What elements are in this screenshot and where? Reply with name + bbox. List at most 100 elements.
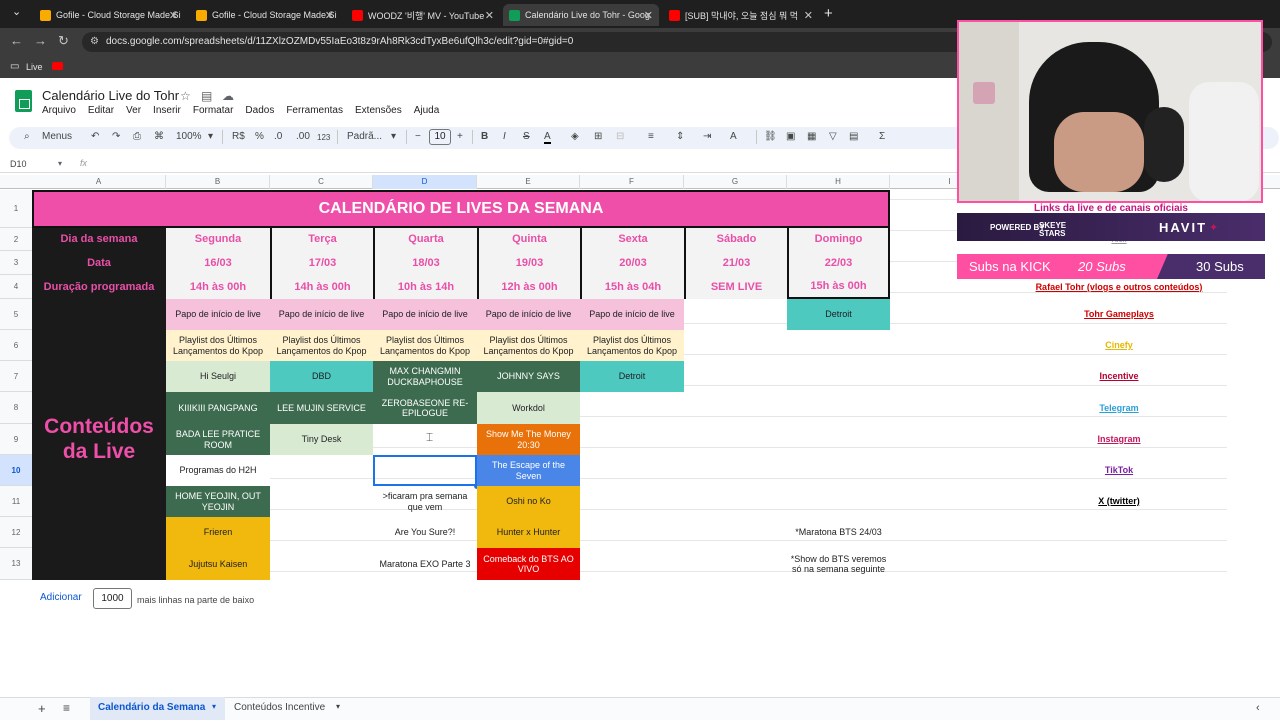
cell-segunda[interactable]: BADA LEE PRATICE ROOM	[166, 424, 270, 455]
close-icon[interactable]: ✕	[325, 9, 334, 22]
menu-extensoes[interactable]: Extensões	[355, 105, 402, 119]
cell-papo[interactable]: Papo de início de live	[270, 299, 373, 330]
close-icon[interactable]: ✕	[485, 9, 494, 22]
cell-quinta[interactable]: Oshi no Ko	[477, 486, 580, 517]
date-quinta[interactable]: 19/03	[477, 251, 580, 275]
cell-sexta[interactable]: Detroit	[580, 361, 684, 392]
chevron-down-icon[interactable]: ▾	[58, 159, 62, 168]
cell-domingo-detroit[interactable]: Detroit	[787, 299, 890, 330]
all-sheets-icon[interactable]: ≡	[63, 701, 70, 715]
italic-icon[interactable]: I	[503, 131, 506, 142]
menu-ajuda[interactable]: Ajuda	[414, 105, 440, 119]
label-dia-semana[interactable]: Dia da semana	[32, 228, 166, 251]
column-header[interactable]: G	[684, 175, 787, 189]
sheets-logo-icon[interactable]	[15, 90, 32, 112]
link-telegram[interactable]: Telegram	[1010, 400, 1228, 416]
paint-format-icon[interactable]: ⌘	[154, 131, 164, 142]
strikethrough-icon[interactable]: S	[523, 131, 530, 142]
close-icon[interactable]: ✕	[169, 9, 178, 22]
sheet-tab-calendario[interactable]: Calendário da Semana	[98, 702, 205, 713]
align-horizontal-icon[interactable]: ≡	[648, 131, 654, 142]
fill-color-icon[interactable]: ◈	[571, 131, 579, 142]
link-rafael-tohr[interactable]: Rafael Tohr (vlogs e outros conteúdos)	[1010, 279, 1228, 295]
rows-count-input[interactable]: 1000	[93, 588, 132, 609]
filter-icon[interactable]: ▽	[829, 131, 837, 142]
sheet-title[interactable]: CALENDÁRIO DE LIVES DA SEMANA	[32, 190, 890, 228]
cell-quinta[interactable]: Comeback do BTS AO VIVO	[477, 548, 580, 580]
row-header[interactable]: 12	[0, 517, 32, 548]
cell-quinta[interactable]: Show Me The Money 20:30	[477, 424, 580, 455]
row-header[interactable]: 4	[0, 275, 32, 299]
cell-papo[interactable]: Papo de início de live	[580, 299, 684, 330]
row-header[interactable]: 7	[0, 361, 32, 392]
add-rows-button[interactable]: Adicionar	[40, 592, 82, 603]
undo-icon[interactable]: ↶	[91, 131, 99, 142]
cell-segunda[interactable]: Hi Seulgi	[166, 361, 270, 392]
menu-inserir[interactable]: Inserir	[153, 105, 181, 119]
cell-quinta[interactable]: Workdol	[477, 392, 580, 424]
name-box[interactable]: D10	[10, 159, 27, 169]
cell-quinta[interactable]: The Escape of the Seven	[477, 455, 580, 486]
comment-icon[interactable]: ▣	[786, 131, 795, 142]
cell-terca[interactable]: DBD	[270, 361, 373, 392]
redo-icon[interactable]: ↷	[112, 131, 120, 142]
label-data[interactable]: Data	[32, 251, 166, 275]
chevron-down-icon[interactable]: ▾	[391, 131, 396, 142]
menu-arquivo[interactable]: Arquivo	[42, 105, 76, 119]
note-cell[interactable]: *Maratona BTS 24/03	[787, 517, 890, 548]
sheet-tab-conteudos[interactable]: Conteúdos Incentive	[234, 702, 325, 713]
side-panel-toggle-icon[interactable]: ‹	[1256, 702, 1260, 714]
browser-tab[interactable]: Gofile - Cloud Storage Made Si ✕	[190, 4, 340, 26]
day-domingo[interactable]: Domingo	[787, 228, 888, 251]
text-color-icon[interactable]: A	[544, 131, 551, 144]
cell-segunda[interactable]: Programas do H2H	[166, 455, 270, 486]
menu-ferramentas[interactable]: Ferramentas	[286, 105, 343, 119]
back-icon[interactable]: ←	[10, 33, 23, 48]
day-sabado[interactable]: Sábado	[684, 228, 787, 251]
dur-segunda[interactable]: 14h às 00h	[166, 275, 270, 299]
site-info-icon[interactable]: ⚙	[90, 32, 99, 52]
cell-quarta[interactable]: MAX CHANGMIN DUCKBAPHOUSE	[373, 361, 477, 392]
label-duracao[interactable]: Duração programada	[32, 275, 166, 299]
currency-format-button[interactable]: R$	[232, 131, 245, 142]
browser-tab[interactable]: Gofile - Cloud Storage Made Si ✕	[34, 4, 184, 26]
day-segunda[interactable]: Segunda	[166, 228, 270, 251]
cell-segunda[interactable]: KIIIKIII PANGPANG	[166, 392, 270, 424]
date-segunda[interactable]: 16/03	[166, 251, 270, 275]
selected-cell-d10[interactable]	[373, 455, 477, 486]
chevron-down-icon[interactable]: ▾	[336, 702, 340, 711]
date-domingo[interactable]: 22/03	[787, 251, 888, 275]
cell-playlist[interactable]: Playlist dos Últimos Lançamentos do Kpop	[373, 330, 477, 361]
row-header[interactable]: 8	[0, 392, 32, 424]
cell-papo[interactable]: Papo de início de live	[373, 299, 477, 330]
date-quarta[interactable]: 18/03	[373, 251, 477, 275]
row-header-selected[interactable]: 10	[0, 455, 32, 486]
column-header-selected[interactable]: D	[373, 175, 477, 189]
cell-playlist[interactable]: Playlist dos Últimos Lançamentos do Kpop	[580, 330, 684, 361]
dur-sabado[interactable]: SEM LIVE	[684, 275, 787, 299]
cell-quarta[interactable]: Maratona EXO Parte 3	[373, 548, 477, 580]
search-icon[interactable]: ⌕	[24, 131, 30, 142]
row-header[interactable]: 2	[0, 228, 32, 251]
day-quarta[interactable]: Quarta	[373, 228, 477, 251]
menu-editar[interactable]: Editar	[88, 105, 114, 119]
new-tab-icon[interactable]: +	[824, 5, 833, 22]
day-quinta[interactable]: Quinta	[477, 228, 580, 251]
column-header[interactable]: C	[270, 175, 373, 189]
cell-quarta[interactable]: Are You Sure?!	[373, 517, 477, 548]
row-header[interactable]: 11	[0, 486, 32, 517]
print-icon[interactable]: ⎙	[133, 131, 141, 142]
chart-icon[interactable]: ▦	[807, 131, 816, 142]
cell-terca[interactable]: Tiny Desk	[270, 424, 373, 455]
cell-terca[interactable]: LEE MUJIN SERVICE	[270, 392, 373, 424]
link-cinefy[interactable]: Cinefy	[1010, 337, 1228, 353]
cell-segunda[interactable]: Frieren	[166, 517, 270, 548]
cell-segunda[interactable]: Jujutsu Kaisen	[166, 548, 270, 580]
column-header[interactable]: H	[787, 175, 890, 189]
increase-decimal-button[interactable]: .00	[296, 131, 310, 142]
column-header[interactable]: B	[166, 175, 270, 189]
cell-quarta[interactable]: >ficaram pra semana que vem	[373, 486, 477, 517]
move-folder-icon[interactable]: ▤	[201, 89, 212, 103]
browser-tab[interactable]: WOODZ '비행' MV - YouTube ✕	[346, 4, 500, 26]
row-header[interactable]: 5	[0, 299, 32, 330]
